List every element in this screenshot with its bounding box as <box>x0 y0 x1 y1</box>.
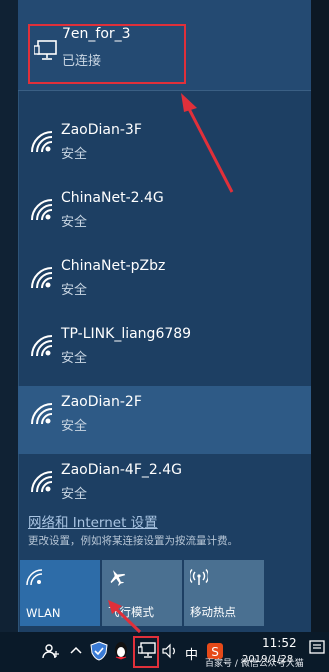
mobile-hotspot-label: 移动热点 <box>190 605 236 619</box>
chevron-up-icon[interactable] <box>70 645 82 657</box>
people-icon[interactable] <box>42 642 62 662</box>
notification-icon[interactable] <box>309 640 325 658</box>
network-name: ChinaNet-2.4G <box>61 190 164 206</box>
shield-icon[interactable] <box>90 641 108 661</box>
wifi-network-item[interactable]: ChinaNet-2.4G 安全 <box>18 182 311 250</box>
hotspot-icon <box>190 569 208 585</box>
network-name: ZaoDian-3F <box>61 122 142 138</box>
network-security: 安全 <box>61 351 88 366</box>
network-security: 安全 <box>61 487 88 502</box>
airplane-mode-label: 飞行模式 <box>108 605 154 619</box>
desktop-right-strip <box>311 0 329 632</box>
airplane-icon <box>110 570 126 586</box>
network-security: 安全 <box>61 419 88 434</box>
network-name: TP-LINK_liang6789 <box>61 326 192 342</box>
network-name: ChinaNet-pZbz <box>61 258 166 274</box>
wifi-network-item[interactable]: TP-LINK_liang6789 安全 <box>18 318 311 386</box>
wlan-label: WLAN <box>26 606 61 620</box>
qq-penguin-icon[interactable] <box>112 641 130 661</box>
watermark-text: 百家号 / 微信公众号大猫 <box>205 659 304 669</box>
network-settings-link[interactable]: 网络和 Internet 设置 <box>28 511 158 531</box>
clock-time[interactable]: 11:52 <box>262 636 297 650</box>
network-security: 安全 <box>61 283 88 298</box>
wifi-signal-icon <box>31 131 53 153</box>
mobile-hotspot-tile[interactable]: 移动热点 <box>184 560 264 626</box>
desktop-left-strip <box>0 0 18 632</box>
divider <box>18 90 311 91</box>
wlan-toggle-tile[interactable]: WLAN <box>20 560 100 626</box>
red-highlight-network-icon <box>133 636 159 668</box>
wifi-signal-icon <box>31 199 53 221</box>
wifi-signal-icon <box>31 403 53 425</box>
network-name: ZaoDian-4F_2.4G <box>61 462 182 478</box>
airplane-mode-tile[interactable]: 飞行模式 <box>102 560 182 626</box>
wifi-signal-icon <box>31 267 53 289</box>
network-settings-description: 更改设置，例如将某连接设置为按流量计费。 <box>28 535 238 547</box>
wifi-icon <box>26 569 43 586</box>
volume-icon[interactable] <box>162 643 178 659</box>
network-security: 安全 <box>61 147 88 162</box>
wifi-signal-icon <box>31 471 53 493</box>
network-security: 安全 <box>61 215 88 230</box>
red-highlight-connected <box>28 24 186 84</box>
wifi-network-item[interactable]: ChinaNet-pZbz 安全 <box>18 250 311 318</box>
network-name: ZaoDian-2F <box>61 394 142 410</box>
wifi-signal-icon <box>31 335 53 357</box>
wifi-network-item[interactable]: ZaoDian-3F 安全 <box>18 114 311 182</box>
wifi-network-item[interactable]: ZaoDian-2F 安全 <box>18 386 311 454</box>
ime-indicator[interactable]: 中 <box>185 644 198 663</box>
